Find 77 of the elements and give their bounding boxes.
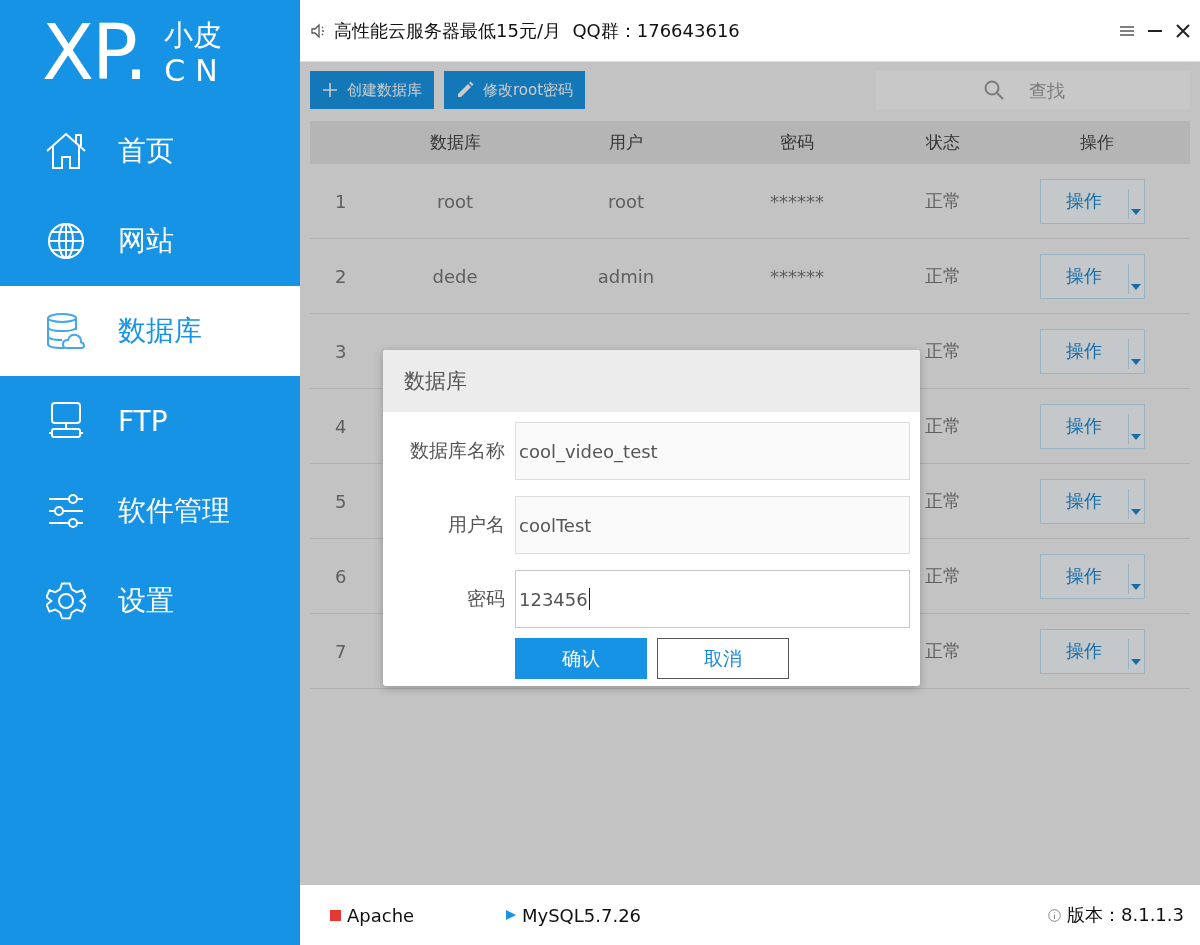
database-cloud-icon: [46, 312, 86, 350]
table-cell-text: dede: [431, 265, 479, 287]
globe-icon: [47, 222, 85, 260]
action-button[interactable]: 操作: [1039, 553, 1145, 599]
field-label: 用户名: [447, 512, 505, 537]
table-cell-text: root: [435, 190, 475, 212]
monitor-icon: [48, 401, 84, 441]
service-name[interactable]: Apache: [347, 904, 415, 926]
service-name[interactable]: MySQL5.7.26: [522, 904, 642, 926]
row-number: 4: [334, 415, 348, 437]
field-label: 密码: [466, 586, 505, 611]
status-cell-text: 正常: [924, 189, 962, 213]
input-field[interactable]: coolTest: [515, 496, 910, 554]
action-button[interactable]: 操作: [1039, 403, 1145, 449]
toolbar-button[interactable]: 修改root密码: [444, 71, 586, 109]
row-number: 2: [334, 265, 348, 287]
speaker-icon: [310, 22, 326, 39]
action-button[interactable]: 操作: [1039, 253, 1145, 299]
status-cell-text: 正常: [924, 414, 962, 438]
plus-icon: [322, 82, 338, 98]
input-field[interactable]: cool_video_test: [515, 422, 910, 480]
action-button[interactable]: 操作: [1039, 328, 1145, 374]
sidebar-item[interactable]: FTP: [0, 376, 300, 466]
column-header: 数据库: [428, 131, 482, 154]
status-cell-text: 正常: [924, 489, 962, 513]
status-cell-text: 正常: [924, 339, 962, 363]
pencil-icon: [456, 81, 474, 99]
row-number: 3: [334, 340, 348, 362]
sidebar-item[interactable]: 设置: [0, 556, 300, 646]
table-cell-text: ******: [769, 265, 825, 287]
action-button[interactable]: 操作: [1039, 628, 1145, 674]
row-number: 5: [334, 490, 348, 512]
caret-icon: [1131, 434, 1141, 440]
notice-text: 高性能云服务器最低15元/月 QQ群：176643616: [334, 18, 741, 43]
caret-icon: [1131, 659, 1141, 665]
sidebar-item[interactable]: 数据库: [0, 286, 300, 376]
table-cell-text: admin: [596, 265, 656, 287]
search-icon: [984, 80, 1004, 100]
table-cell-text: root: [606, 190, 646, 212]
toolbar-button[interactable]: 创建数据库: [310, 71, 434, 109]
caret-icon: [1131, 209, 1141, 215]
input-field[interactable]: 123456: [515, 570, 910, 628]
column-header: 用户: [608, 131, 644, 154]
action-button[interactable]: 操作: [1039, 478, 1145, 524]
cancel-button[interactable]: 取消: [657, 638, 789, 679]
logo-text: XP.: [42, 15, 147, 91]
logo-subtitle: 小皮: [164, 18, 224, 52]
sliders-icon: [47, 494, 85, 528]
dialog-title: 数据库: [383, 350, 920, 412]
search-field[interactable]: 查找: [876, 71, 1190, 109]
close-icon[interactable]: [1176, 23, 1190, 38]
row-number: 1: [334, 190, 348, 212]
column-header: 密码: [779, 131, 815, 154]
house-icon: [45, 132, 87, 170]
version-text: 版本：8.1.1.3: [1067, 903, 1184, 927]
status-cell-text: 正常: [924, 639, 962, 663]
action-button[interactable]: 操作: [1039, 178, 1145, 224]
caret-icon: [1131, 509, 1141, 515]
info-icon: [1048, 908, 1061, 922]
sidebar-item[interactable]: 网站: [0, 196, 300, 286]
gear-icon: [46, 581, 86, 621]
row-number: 7: [334, 640, 348, 662]
caret-icon: [1131, 284, 1141, 290]
table-cell-text: ******: [769, 190, 825, 212]
caret-icon: [1131, 359, 1141, 365]
status-cell-text: 正常: [924, 564, 962, 588]
field-label: 数据库名称: [409, 438, 505, 463]
row-number: 6: [334, 565, 348, 587]
sidebar-item[interactable]: 软件管理: [0, 466, 300, 556]
sidebar-item[interactable]: 首页: [0, 106, 300, 196]
confirm-button[interactable]: 确认: [515, 638, 647, 679]
menu-icon[interactable]: [1120, 23, 1134, 38]
logo-subtitle: CN: [164, 54, 228, 88]
column-header: 状态: [925, 131, 961, 154]
caret-icon: [1131, 584, 1141, 590]
status-cell-text: 正常: [924, 264, 962, 288]
column-header: 操作: [1079, 131, 1115, 154]
